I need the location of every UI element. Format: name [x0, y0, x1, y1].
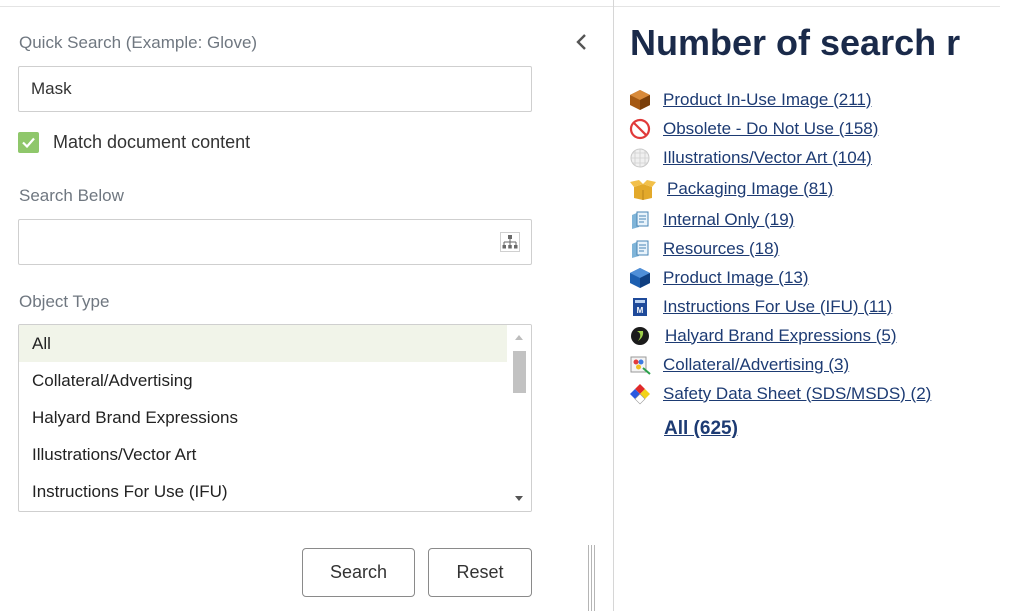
result-item: Safety Data Sheet (SDS/MSDS) (2) — [628, 379, 931, 408]
result-link[interactable]: Safety Data Sheet (SDS/MSDS) (2) — [663, 384, 931, 404]
result-item: Halyard Brand Expressions (5) — [628, 321, 931, 350]
quick-search-input[interactable] — [18, 66, 532, 112]
object-type-listbox[interactable]: All Collateral/Advertising Halyard Brand… — [18, 324, 532, 512]
document-stack-icon — [628, 238, 652, 260]
hierarchy-tree-icon[interactable] — [500, 232, 520, 252]
document-stack-icon — [628, 209, 652, 231]
search-button[interactable]: Search — [302, 548, 415, 597]
result-link[interactable]: Product Image (13) — [663, 268, 809, 288]
result-link[interactable]: Resources (18) — [663, 239, 779, 259]
results-title: Number of search r — [630, 22, 961, 63]
result-link[interactable]: Halyard Brand Expressions (5) — [665, 326, 896, 346]
object-type-option[interactable]: Illustrations/Vector Art — [19, 436, 507, 473]
result-item: Resources (18) — [628, 234, 931, 263]
result-link[interactable]: Packaging Image (81) — [667, 179, 833, 199]
brand-logo-icon — [628, 325, 652, 347]
panel-divider — [613, 0, 614, 611]
result-link[interactable]: Obsolete - Do Not Use (158) — [663, 119, 878, 139]
results-list: Product In-Use Image (211) Obsolete - Do… — [628, 85, 931, 408]
manual-book-icon: M — [628, 296, 652, 318]
result-link[interactable]: Instructions For Use (IFU) (11) — [663, 297, 892, 317]
result-item: Illustrations/Vector Art (104) — [628, 143, 931, 172]
svg-text:M: M — [637, 306, 644, 315]
match-content-checkbox[interactable] — [18, 131, 39, 153]
object-type-option[interactable]: All — [19, 325, 507, 362]
collapse-panel-chevron-icon[interactable] — [572, 30, 592, 54]
result-item: Collateral/Advertising (3) — [628, 350, 931, 379]
hazard-diamond-icon — [628, 383, 652, 405]
object-type-option[interactable]: Collateral/Advertising — [19, 362, 507, 399]
reset-button[interactable]: Reset — [428, 548, 532, 597]
match-content-label: Match document content — [53, 131, 251, 152]
open-box-icon — [628, 178, 658, 200]
checkmark-icon — [22, 137, 35, 148]
wireframe-sphere-icon — [628, 147, 652, 169]
search-panel: Quick Search (Example: Glove) Match docu… — [0, 0, 545, 611]
object-type-option[interactable]: Halyard Brand Expressions — [19, 399, 507, 436]
result-item: Packaging Image (81) — [628, 172, 931, 205]
match-content-row[interactable]: Match document content — [18, 130, 250, 154]
result-item: Product In-Use Image (211) — [628, 85, 931, 114]
palette-icon — [628, 354, 652, 376]
result-link[interactable]: Internal Only (19) — [663, 210, 794, 230]
prohibited-icon — [628, 118, 652, 140]
search-below-input[interactable] — [18, 219, 532, 265]
listbox-scrollbar[interactable] — [507, 325, 531, 511]
scroll-down-icon[interactable] — [515, 496, 523, 501]
result-item: Internal Only (19) — [628, 205, 931, 234]
result-item: M Instructions For Use (IFU) (11) — [628, 292, 931, 321]
object-type-option[interactable]: Instructions For Use (IFU) — [19, 473, 507, 510]
scroll-up-icon[interactable] — [515, 335, 523, 340]
result-item: Obsolete - Do Not Use (158) — [628, 114, 931, 143]
panel-resize-handle[interactable] — [586, 545, 598, 611]
result-link[interactable]: Product In-Use Image (211) — [663, 90, 872, 110]
result-link[interactable]: Illustrations/Vector Art (104) — [663, 148, 872, 168]
quick-search-label: Quick Search (Example: Glove) — [19, 33, 258, 52]
result-link[interactable]: Collateral/Advertising (3) — [663, 355, 849, 375]
all-results-link[interactable]: All (625) — [664, 418, 738, 440]
blue-cube-icon — [628, 267, 652, 289]
brown-cube-icon — [628, 89, 652, 111]
result-item: Product Image (13) — [628, 263, 931, 292]
scroll-thumb[interactable] — [513, 351, 526, 393]
search-below-label: Search Below — [19, 186, 124, 205]
object-type-label: Object Type — [19, 292, 110, 311]
